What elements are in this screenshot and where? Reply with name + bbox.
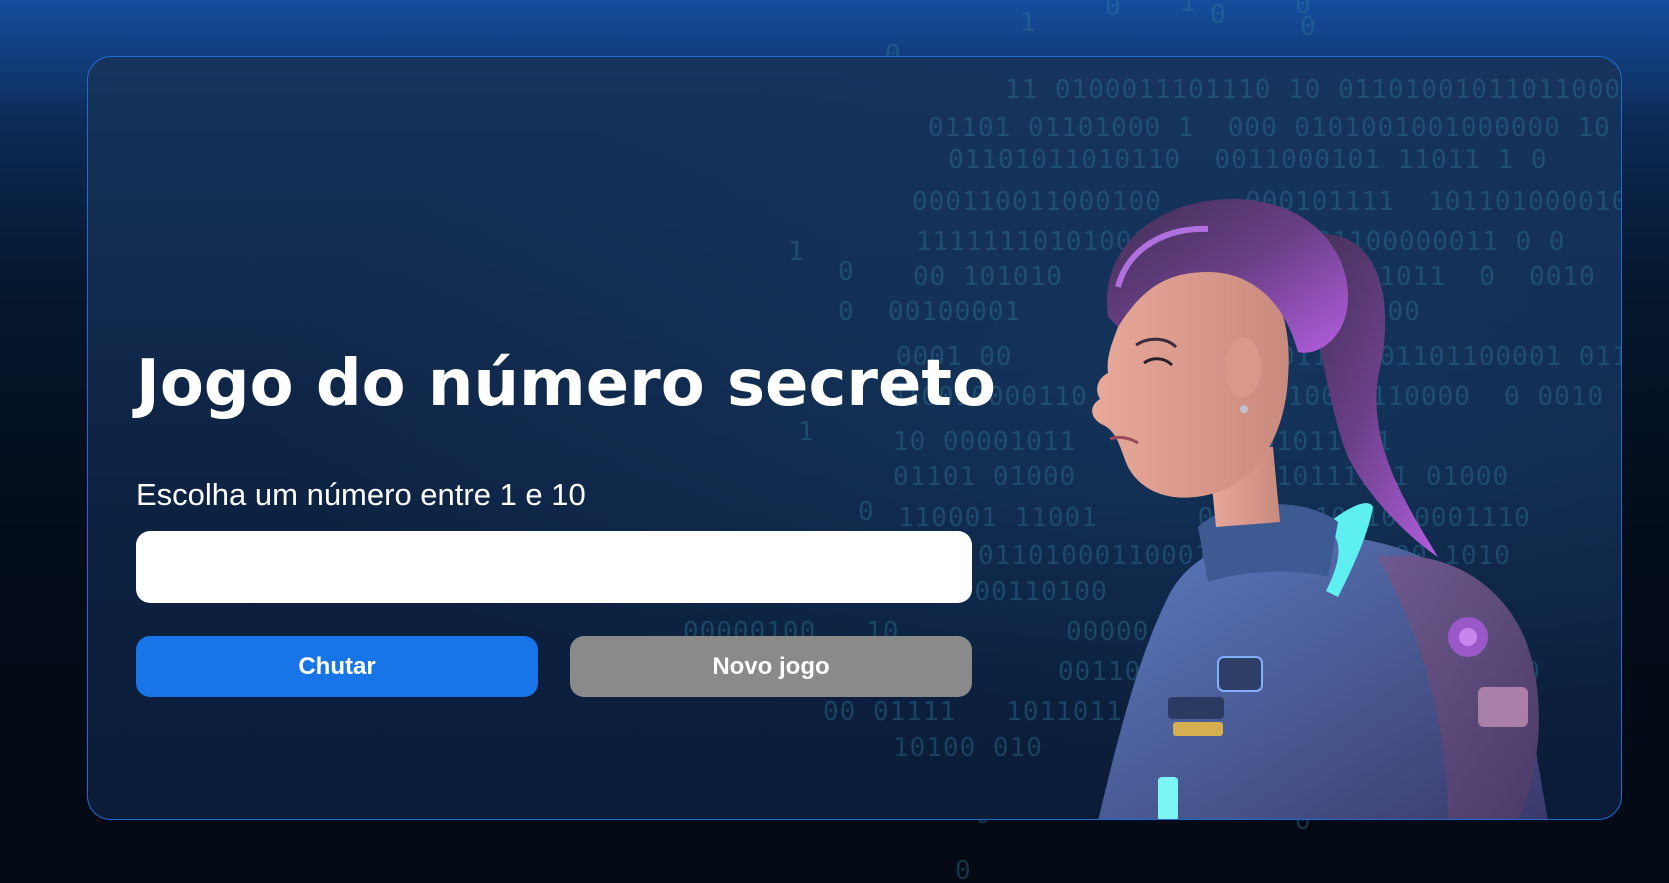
page-title: Jogo do número secreto [136,347,996,421]
page-background: 1 0 1 0 0 0 0 0 0 0 11 0100011101110 10 … [0,0,1669,883]
guess-number-input[interactable] [136,531,972,603]
guess-button[interactable]: Chutar [136,636,538,697]
new-game-button[interactable]: Novo jogo [570,636,972,697]
game-card: 11 0100011101110 10 0110100101101100001 … [87,56,1622,820]
woman-astronaut-illustration [1048,177,1608,819]
number-range-prompt: Escolha um número entre 1 e 10 [136,477,586,512]
